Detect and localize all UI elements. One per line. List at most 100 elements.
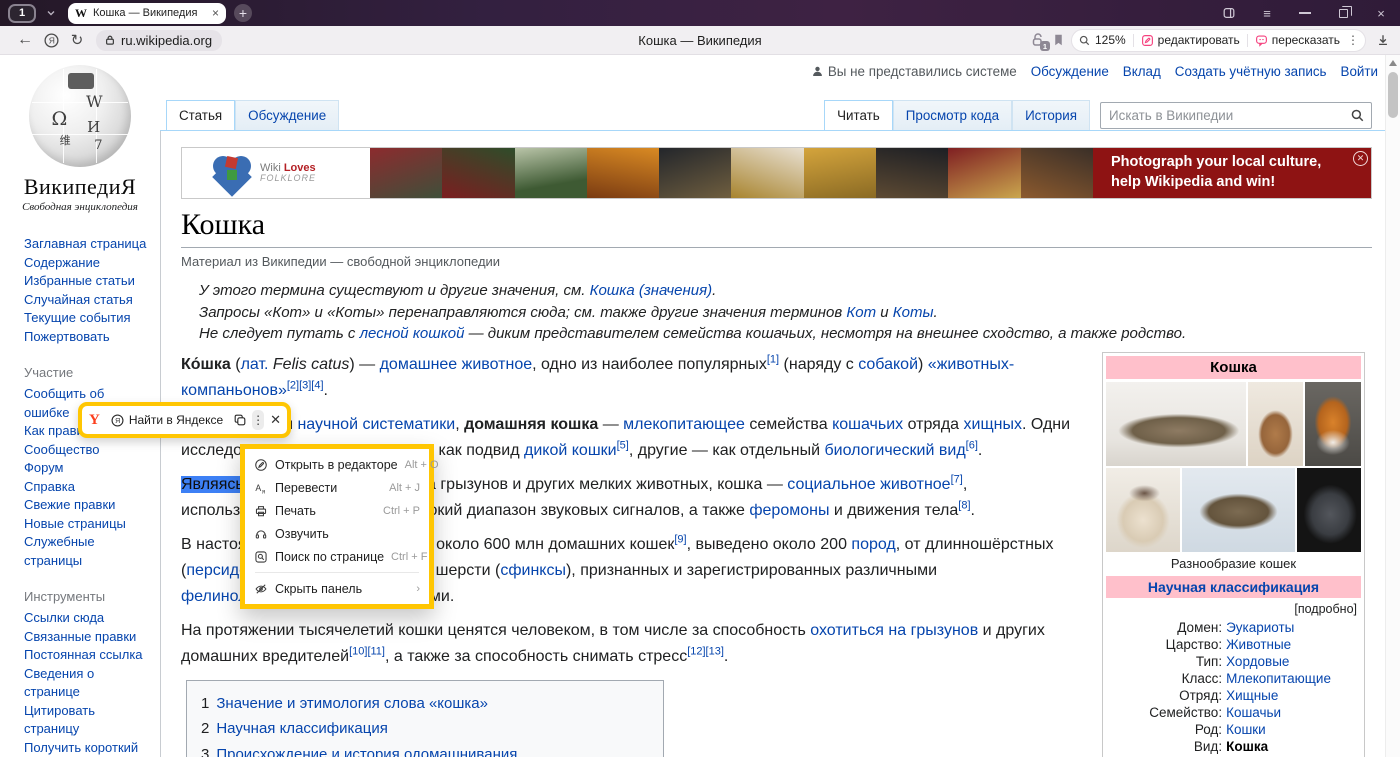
sidebar-item[interactable]: Форум (24, 459, 148, 478)
toolbar-close-icon[interactable]: ✕ (270, 412, 281, 428)
sidebar-item[interactable]: Текущие события (24, 309, 148, 328)
reference-link[interactable]: [1] (767, 353, 779, 365)
find-in-yandex-button[interactable]: Я Найти в Яндексе (110, 413, 223, 428)
taxon-value[interactable]: Млекопитающие (1226, 670, 1331, 687)
toc-item[interactable]: 3Происхождение и история одомашнивания (201, 742, 649, 757)
restore-button[interactable] (1324, 0, 1362, 26)
personal-link[interactable]: Вклад (1123, 64, 1161, 79)
wiki-link[interactable]: научной систематики (297, 416, 455, 433)
wikipedia-globe-logo[interactable]: Ω W И 7 维 (29, 65, 131, 167)
wiki-link[interactable]: домашнее животное (380, 356, 533, 373)
banner-message-panel[interactable]: Photograph your local culture, help Wiki… (1093, 148, 1371, 198)
sidebar-item[interactable]: Случайная статья (24, 291, 148, 310)
sidebar-item[interactable]: Получить короткий URL (24, 739, 148, 757)
tab-Просмотр кода[interactable]: Просмотр кода (893, 100, 1012, 130)
protect-icon[interactable]: 1 (1030, 32, 1046, 48)
sidebar-item[interactable]: Свежие правки (24, 496, 148, 515)
omni-more-icon[interactable]: ⋮ (1347, 33, 1359, 47)
reference-link[interactable]: [12][13] (687, 645, 724, 657)
sidebar-item[interactable]: Ссылки сюда (24, 609, 148, 628)
toc-item[interactable]: 1Значение и этимология слова «кошка» (201, 691, 649, 717)
cat-photo-1[interactable] (1106, 382, 1246, 466)
toc-item[interactable]: 2Научная классификация (201, 716, 649, 742)
wiki-link[interactable]: лат. (241, 356, 269, 373)
browser-menu-icon[interactable]: ≡ (1248, 0, 1286, 26)
wiki-link[interactable]: феромоны (749, 502, 829, 519)
tab-group-badge[interactable]: 1 (8, 4, 36, 23)
wiki-link[interactable]: хищных (964, 416, 1022, 433)
reference-link[interactable]: [9] (674, 533, 686, 545)
reference-link[interactable]: [10][11] (349, 645, 385, 657)
sidebar-item[interactable]: Цитировать страницу (24, 702, 148, 739)
tab-close-icon[interactable]: × (212, 7, 219, 19)
sidebar-item[interactable]: Содержание (24, 254, 148, 273)
page-scrollbar[interactable] (1385, 55, 1400, 757)
cat-photo-6[interactable] (1297, 468, 1361, 552)
zoom-control[interactable]: 125% (1078, 33, 1126, 47)
browser-tab[interactable]: W Кошка — Википедия × (68, 3, 226, 24)
bookmark-icon[interactable] (1052, 33, 1065, 47)
wiki-link[interactable]: охотиться на грызунов (810, 622, 978, 639)
classification-header[interactable]: Научная классификация (1106, 576, 1361, 598)
reference-link[interactable]: [6] (966, 439, 978, 451)
personal-link[interactable]: Войти (1341, 64, 1378, 79)
copy-icon[interactable] (233, 413, 247, 427)
address-bar[interactable]: ru.wikipedia.org (96, 30, 222, 51)
download-icon[interactable] (1376, 33, 1390, 47)
wiki-link[interactable]: кошачьих (832, 416, 903, 433)
sidebar-item[interactable]: Связанные правки (24, 628, 148, 647)
menu-item-hide-panel[interactable]: Скрыть панель› (245, 577, 429, 600)
close-button[interactable]: × (1362, 0, 1400, 26)
cat-photo-3[interactable] (1305, 382, 1361, 466)
sidebar-item[interactable]: Новые страницы (24, 515, 148, 534)
cat-photo-5[interactable] (1182, 468, 1294, 552)
taxon-value[interactable]: Эукариоты (1226, 619, 1294, 636)
taxon-value[interactable]: Хищные (1226, 687, 1278, 704)
sidebar-item[interactable]: Сообщество (24, 441, 148, 460)
cat-photo-4[interactable] (1106, 468, 1180, 552)
sidebar-item[interactable]: Справка (24, 478, 148, 497)
wiki-search-box[interactable] (1100, 102, 1372, 129)
sidebar-item[interactable]: Сведения о странице (24, 665, 148, 702)
scrollbar-thumb[interactable] (1388, 72, 1398, 118)
wiki-link[interactable]: Кошка (значения) (590, 282, 713, 299)
podrobno-link[interactable]: [подробно] (1106, 598, 1361, 618)
menu-item-translate[interactable]: AяПеревестиAlt + J (245, 476, 429, 499)
wiki-link[interactable]: млекопитающее (623, 416, 745, 433)
minimize-button[interactable] (1286, 0, 1324, 26)
retell-button[interactable]: пересказать (1255, 33, 1340, 47)
reference-link[interactable]: [5] (617, 439, 629, 451)
search-input[interactable] (1109, 108, 1350, 123)
wiki-link[interactable]: пород (851, 536, 895, 553)
personal-link[interactable]: Обсуждение (1031, 64, 1109, 79)
panels-icon[interactable] (1210, 0, 1248, 26)
taxon-value[interactable]: Кошки (1226, 721, 1266, 738)
wiki-link[interactable]: Кот (846, 304, 876, 321)
wiki-link[interactable]: сфинксы (500, 562, 566, 579)
wiki-link[interactable]: собакой (858, 356, 918, 373)
wiki-link[interactable]: дикой кошки (524, 442, 617, 459)
taxon-value[interactable]: Кошачьи (1226, 704, 1281, 721)
wiki-link[interactable]: социальное животное (787, 476, 950, 493)
personal-link[interactable]: Создать учётную запись (1175, 64, 1327, 79)
wiki-loves-folklore-banner[interactable]: Wiki Loves FOLKLORE Photograph your loca… (181, 147, 1372, 199)
wiki-link[interactable]: биологический вид (824, 442, 965, 459)
reference-link[interactable]: [2][3][4] (287, 379, 324, 391)
tab-Статья[interactable]: Статья (166, 100, 235, 130)
yandex-logo-icon[interactable]: Y (89, 412, 100, 429)
wiki-link[interactable]: Коты (893, 304, 934, 321)
menu-item-voice[interactable]: Озвучить (245, 522, 429, 545)
banner-close-icon[interactable]: ✕ (1353, 151, 1368, 166)
menu-item-open-in-editor[interactable]: Открыть в редактореAlt + O (245, 453, 429, 476)
taxon-value[interactable]: Животные (1226, 636, 1291, 653)
yandex-button[interactable]: Я (38, 32, 64, 49)
refresh-button[interactable]: ↻ (64, 31, 90, 49)
taxon-value[interactable]: Хордовые (1226, 653, 1289, 670)
edit-page-button[interactable]: редактировать (1141, 33, 1240, 47)
menu-item-print[interactable]: ПечатьCtrl + P (245, 499, 429, 522)
search-icon[interactable] (1350, 108, 1365, 123)
scroll-up-icon[interactable] (1389, 60, 1397, 66)
back-button[interactable]: ← (12, 31, 38, 49)
sidebar-item[interactable]: Постоянная ссылка (24, 646, 148, 665)
tab-list-chevron-icon[interactable] (40, 4, 62, 22)
